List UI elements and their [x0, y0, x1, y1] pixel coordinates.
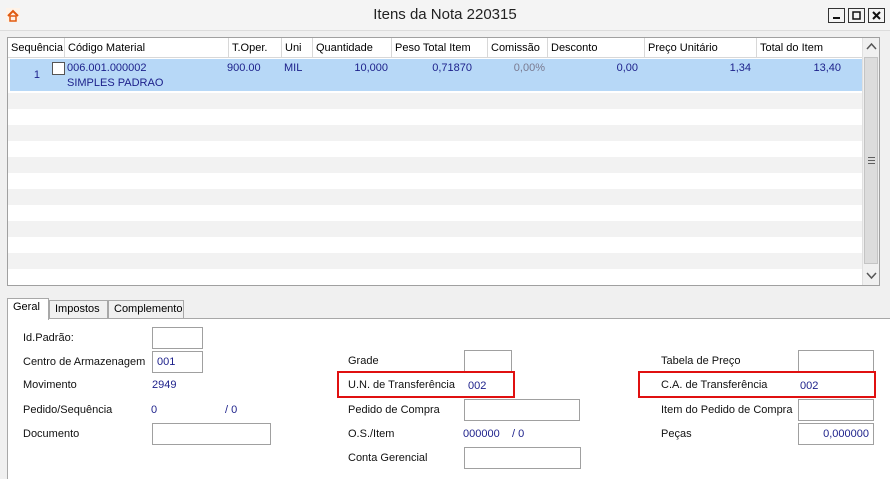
maximize-button[interactable] [848, 8, 865, 23]
un-transferencia-label: U.N. de Transferência [348, 379, 455, 391]
movimento-value: 2949 [152, 379, 177, 391]
maximize-icon [852, 11, 861, 20]
conta-gerencial-label: Conta Gerencial [348, 452, 428, 464]
empty-row [8, 157, 864, 173]
window-title: Itens da Nota 220315 [373, 6, 517, 23]
empty-row [8, 221, 864, 237]
grid-body: 1 006.001.000002 SIMPLES PADRAO 900.00 M… [8, 59, 864, 285]
col-preco-unitario[interactable]: Preço Unitário [645, 38, 757, 58]
id-padrao-label: Id.Padrão: [23, 332, 74, 344]
tab-geral[interactable]: Geral [7, 298, 49, 320]
minimize-icon [833, 17, 840, 19]
items-grid[interactable]: Sequência Código Material T.Oper. Uni Qu… [7, 37, 880, 286]
title-bar: Itens da Nota 220315 [0, 0, 890, 31]
geral-panel: Id.Padrão: Centro de Armazenagem 001 Mov… [7, 318, 890, 479]
documento-label: Documento [23, 428, 80, 440]
os-item-label: O.S./Item [348, 428, 395, 440]
grade-input[interactable] [464, 350, 512, 372]
tabela-preco-input[interactable] [798, 350, 874, 372]
cell-peso-total-item: 0,71870 [432, 62, 472, 74]
tab-complemento[interactable]: Complemento [108, 300, 184, 319]
grip-line [868, 160, 875, 161]
cell-codigo-material: 006.001.000002 [67, 62, 147, 74]
cell-descricao: SIMPLES PADRAO [67, 77, 164, 89]
close-icon [872, 11, 881, 20]
empty-row [8, 189, 864, 205]
vertical-scrollbar[interactable] [862, 38, 879, 285]
col-desconto[interactable]: Desconto [548, 38, 645, 58]
close-button[interactable] [868, 8, 885, 23]
cell-preco-unitario: 1,34 [729, 62, 751, 74]
col-t-oper[interactable]: T.Oper. [229, 38, 282, 58]
scroll-up-icon[interactable] [863, 38, 880, 55]
cell-total-do-item: 13,40 [813, 62, 841, 74]
item-pedido-compra-input[interactable] [798, 399, 874, 421]
empty-row [8, 253, 864, 269]
pecas-input[interactable]: 0,000000 [798, 423, 874, 445]
sequencia-value: / 0 [225, 404, 238, 416]
tabela-preco-label: Tabela de Preço [661, 355, 741, 367]
col-quantidade[interactable]: Quantidade [313, 38, 392, 58]
un-transferencia-input[interactable]: 002 [468, 379, 486, 393]
item-pedido-compra-label: Item do Pedido de Compra [661, 404, 793, 416]
cell-desconto: 0,00 [616, 62, 638, 74]
scroll-thumb[interactable] [864, 57, 878, 264]
movimento-label: Movimento [23, 379, 77, 391]
ca-transferencia-input[interactable]: 002 [800, 379, 818, 393]
scroll-down-icon[interactable] [863, 267, 880, 284]
cell-t-oper: 900.00 [227, 62, 261, 74]
conta-gerencial-input[interactable] [464, 447, 581, 469]
minimize-button[interactable] [828, 8, 845, 23]
row-checkbox[interactable] [52, 62, 65, 75]
cell-quantidade: 10,000 [354, 62, 388, 74]
empty-row [8, 125, 864, 141]
col-uni[interactable]: Uni [282, 38, 313, 58]
ca-transferencia-label: C.A. de Transferência [661, 379, 768, 391]
tab-impostos[interactable]: Impostos [49, 300, 108, 319]
grip-line [868, 157, 875, 158]
table-row[interactable]: 1 006.001.000002 SIMPLES PADRAO 900.00 M… [10, 59, 864, 91]
pedido-sequencia-label: Pedido/Sequência [23, 404, 113, 416]
col-codigo-material[interactable]: Código Material [65, 38, 229, 58]
grip-line [868, 163, 875, 164]
empty-row [8, 93, 864, 109]
os-value: 000000 [463, 428, 500, 440]
cell-comissao: 0,00% [513, 62, 545, 74]
grid-header: Sequência Código Material T.Oper. Uni Qu… [8, 38, 864, 58]
cell-sequencia: 1 [33, 69, 40, 81]
col-sequencia[interactable]: Sequência [8, 38, 65, 58]
pedido-value: 0 [151, 404, 158, 416]
grade-label: Grade [348, 355, 379, 367]
documento-input[interactable] [152, 423, 271, 445]
col-total-do-item[interactable]: Total do Item [757, 38, 864, 58]
col-comissao[interactable]: Comissão [488, 38, 548, 58]
cell-uni: MIL [284, 62, 303, 74]
centro-armazenagem-input[interactable]: 001 [152, 351, 203, 373]
centro-armazenagem-label: Centro de Armazenagem [23, 356, 146, 368]
pedido-compra-label: Pedido de Compra [348, 404, 440, 416]
pedido-compra-input[interactable] [464, 399, 580, 421]
col-peso-total-item[interactable]: Peso Total Item [392, 38, 488, 58]
id-padrao-input[interactable] [152, 327, 203, 349]
pecas-label: Peças [661, 428, 692, 440]
item-value: / 0 [512, 428, 525, 440]
